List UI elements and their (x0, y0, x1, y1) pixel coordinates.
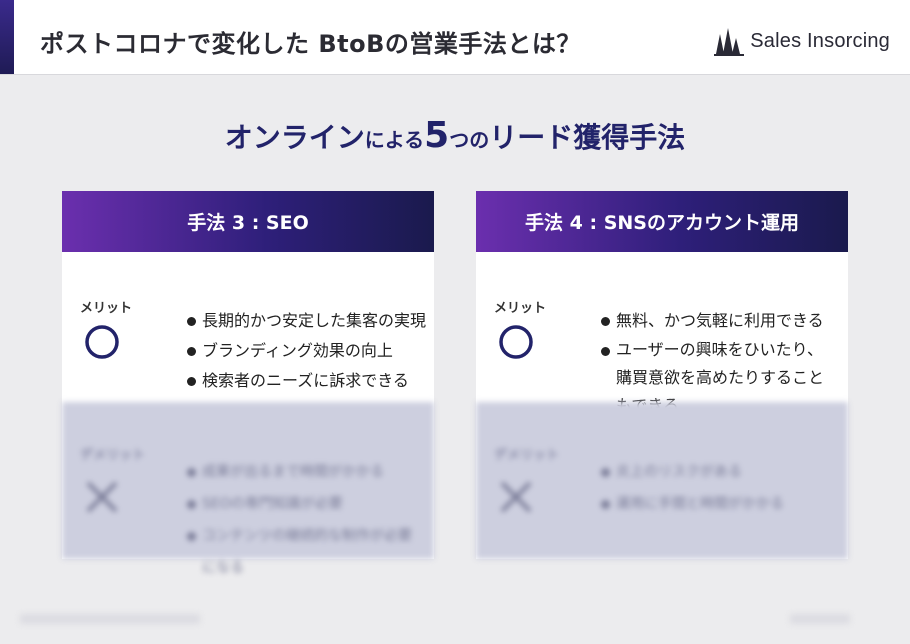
building-bars-icon (714, 28, 745, 56)
list-item: 炎上のリスクがある (601, 456, 836, 488)
slide-heading: オンラインによる5つのリード獲得手法 (0, 115, 910, 156)
slide-heading-part-5: リード獲得手法 (489, 121, 686, 154)
circle-icon (85, 325, 119, 359)
demerit-label: デメリット (80, 448, 146, 463)
footer-note (20, 614, 200, 624)
circle-icon (499, 325, 533, 359)
card-heading: 手法 4 : SNSのアカウント運用 (476, 191, 848, 252)
method-card-sns: 手法 4 : SNSのアカウント運用 メリット 無料、かつ気軽に利用できる ユー… (476, 191, 848, 559)
list-item: ブランディング効果の向上 (187, 336, 422, 366)
merit-list: 長期的かつ安定した集客の実現 ブランディング効果の向上 検索者のニーズに訴求でき… (147, 306, 426, 396)
slide-heading-part-1: オンライン (224, 121, 365, 154)
merit-label: メリット (80, 301, 133, 316)
demerit-list: 炎上のリスクがある 運用に手間と時間がかかる (561, 456, 836, 520)
header-bar: ポストコロナで変化した BtoBの営業手法とは？ Sales Insorcing (0, 0, 910, 75)
list-item: 運用に手間と時間がかかる (601, 488, 836, 520)
brand-logo: Sales Insorcing (714, 26, 890, 56)
slide-heading-part-2: による (364, 128, 425, 152)
list-item: コンテンツの継続的な制作が必要になる (187, 520, 422, 584)
list-item: 成果が出るまで時間がかかる (187, 456, 422, 488)
list-item: 長期的かつ安定した集客の実現 (187, 306, 426, 336)
demerit-section: デメリット 成果が出るまで時間がかかる SEOの専門知識が必要 コンテンツの継続… (62, 402, 434, 576)
method-card-seo: 手法 3 : SEO メリット 長期的かつ安定した集客の実現 ブランディング効果… (62, 191, 434, 576)
list-item: SEOの専門知識が必要 (187, 488, 422, 520)
demerit-list: 成果が出るまで時間がかかる SEOの専門知識が必要 コンテンツの継続的な制作が必… (147, 456, 422, 584)
page-title: ポストコロナで変化した BtoBの営業手法とは？ (40, 30, 581, 58)
demerit-section: デメリット 炎上のリスクがある 運用に手間と時間がかかる (476, 402, 848, 559)
merit-section: メリット 長期的かつ安定した集客の実現 ブランディング効果の向上 検索者のニーズ… (62, 252, 434, 402)
list-item: 無料、かつ気軽に利用できる (601, 306, 836, 336)
header-accent-bar (0, 0, 14, 74)
slide-heading-part-4: つの (449, 128, 490, 152)
list-item: 検索者のニーズに訴求できる (187, 366, 422, 396)
demerit-label: デメリット (494, 448, 560, 463)
card-heading: 手法 3 : SEO (62, 191, 434, 252)
cross-icon (86, 481, 118, 513)
merit-label: メリット (494, 301, 547, 316)
cross-icon (500, 481, 532, 513)
slide-heading-number: 5 (424, 115, 450, 156)
merit-section: メリット 無料、かつ気軽に利用できる ユーザーの興味をひいたり、購買意欲を高めた… (476, 252, 848, 415)
logo-text: Sales Insorcing (750, 29, 890, 52)
page-number (790, 614, 850, 624)
